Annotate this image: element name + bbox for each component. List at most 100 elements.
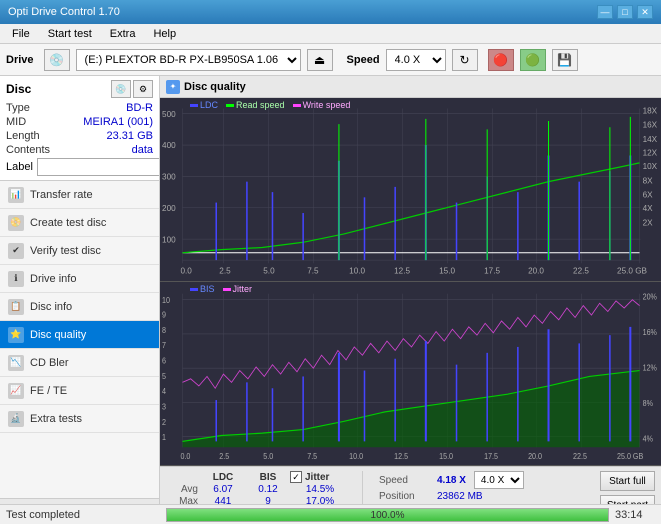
svg-text:4%: 4% bbox=[643, 434, 653, 444]
refresh-button[interactable]: ↻ bbox=[452, 49, 478, 71]
ldc-legend-dot bbox=[190, 104, 198, 107]
svg-text:7: 7 bbox=[162, 341, 166, 351]
top-chart-svg: 500 400 300 200 100 18X 16X 14X 12X 10X … bbox=[160, 98, 661, 281]
nav-verify-test-disc-label: Verify test disc bbox=[30, 245, 101, 257]
speed-select[interactable]: 4.0 X bbox=[386, 49, 446, 71]
bottom-chart: BIS Jitter 10 9 8 7 6 5 4 bbox=[160, 282, 661, 466]
nav-transfer-rate[interactable]: 📊 Transfer rate bbox=[0, 181, 159, 209]
charts-container: LDC Read speed Write speed 500 bbox=[160, 98, 661, 466]
nav-create-test-disc[interactable]: 📀 Create test disc bbox=[0, 209, 159, 237]
title-bar: Opti Drive Control 1.70 — □ ✕ bbox=[0, 0, 661, 24]
svg-text:7.5: 7.5 bbox=[307, 452, 317, 462]
svg-text:8: 8 bbox=[162, 325, 166, 335]
sidebar: Disc 💿 ⚙ Type BD-R MID MEIRA1 (001) Leng… bbox=[0, 76, 160, 524]
nav-disc-info[interactable]: 📋 Disc info bbox=[0, 293, 159, 321]
progress-track: 100.0% bbox=[166, 508, 609, 522]
speed-row: Speed 4.18 X 4.0 X bbox=[379, 471, 524, 489]
disc-mid-label: MID bbox=[6, 116, 26, 128]
close-button[interactable]: ✕ bbox=[637, 5, 653, 19]
svg-text:8X: 8X bbox=[643, 177, 653, 186]
top-chart-legend: LDC Read speed Write speed bbox=[190, 100, 350, 110]
disc-eject-icon[interactable]: 💿 bbox=[111, 80, 131, 98]
nav-drive-info[interactable]: ℹ Drive info bbox=[0, 265, 159, 293]
drive-info-icon: ℹ bbox=[8, 271, 24, 287]
maximize-button[interactable]: □ bbox=[617, 5, 633, 19]
disc-length-value: 23.31 GB bbox=[107, 130, 153, 142]
disc-quality-icon: ⭐ bbox=[8, 327, 24, 343]
progress-percent: 100.0% bbox=[371, 509, 405, 523]
legend-jitter: Jitter bbox=[223, 284, 253, 294]
start-full-button[interactable]: Start full bbox=[600, 471, 655, 491]
nav-create-test-disc-label: Create test disc bbox=[30, 217, 106, 229]
nav-cd-bler-label: CD Bler bbox=[30, 357, 69, 369]
legend-write-speed: Write speed bbox=[293, 100, 351, 110]
jitter-checkbox[interactable]: ✓ bbox=[290, 471, 302, 483]
svg-text:400: 400 bbox=[162, 141, 176, 150]
svg-text:14X: 14X bbox=[643, 135, 658, 144]
svg-text:12.5: 12.5 bbox=[394, 267, 410, 276]
svg-text:2X: 2X bbox=[643, 218, 653, 227]
svg-text:15.0: 15.0 bbox=[439, 267, 455, 276]
disc-type-value: BD-R bbox=[126, 102, 153, 114]
config2-button[interactable]: 🟢 bbox=[520, 49, 546, 71]
menu-start-test[interactable]: Start test bbox=[40, 26, 100, 42]
svg-text:2.5: 2.5 bbox=[219, 452, 229, 462]
position-row: Position 23862 MB bbox=[379, 491, 524, 502]
svg-text:5: 5 bbox=[162, 371, 166, 381]
svg-text:500: 500 bbox=[162, 110, 176, 119]
save-button[interactable]: 💾 bbox=[552, 49, 578, 71]
transfer-rate-icon: 📊 bbox=[8, 187, 24, 203]
eject-button[interactable]: ⏏ bbox=[307, 49, 333, 71]
drive-bar: Drive 💿 (E:) PLEXTOR BD-R PX-LB950SA 1.0… bbox=[0, 44, 661, 76]
config1-button[interactable]: 🔴 bbox=[488, 49, 514, 71]
progress-status: Test completed bbox=[0, 509, 160, 521]
speed-select[interactable]: 4.0 X bbox=[474, 471, 524, 489]
minimize-button[interactable]: — bbox=[597, 5, 613, 19]
disc-type-row: Type BD-R bbox=[6, 102, 153, 114]
nav-menu: 📊 Transfer rate 📀 Create test disc ✔ Ver… bbox=[0, 181, 159, 433]
extra-tests-icon: 🔬 bbox=[8, 411, 24, 427]
disc-contents-value: data bbox=[132, 144, 153, 156]
disc-icons: 💿 ⚙ bbox=[111, 80, 153, 98]
nav-disc-quality[interactable]: ⭐ Disc quality bbox=[0, 321, 159, 349]
nav-transfer-rate-label: Transfer rate bbox=[30, 189, 93, 201]
svg-text:4: 4 bbox=[162, 387, 167, 397]
menu-extra[interactable]: Extra bbox=[102, 26, 144, 42]
nav-verify-test-disc[interactable]: ✔ Verify test disc bbox=[0, 237, 159, 265]
legend-read-speed: Read speed bbox=[226, 100, 285, 110]
bottom-chart-svg: 10 9 8 7 6 5 4 3 2 1 20% 16% 12% 8% 4% bbox=[160, 282, 661, 465]
read-speed-legend-dot bbox=[226, 104, 234, 107]
disc-mid-row: MID MEIRA1 (001) bbox=[6, 116, 153, 128]
menu-file[interactable]: File bbox=[4, 26, 38, 42]
svg-text:200: 200 bbox=[162, 204, 176, 213]
svg-text:6: 6 bbox=[162, 356, 166, 366]
legend-bis: BIS bbox=[190, 284, 215, 294]
svg-text:10: 10 bbox=[162, 296, 170, 306]
ldc-legend-label: LDC bbox=[200, 100, 218, 110]
cd-bler-icon: 📉 bbox=[8, 355, 24, 371]
speed-label: Speed bbox=[347, 54, 380, 66]
svg-text:9: 9 bbox=[162, 310, 166, 320]
bottom-chart-legend: BIS Jitter bbox=[190, 284, 252, 294]
svg-text:17.5: 17.5 bbox=[484, 452, 498, 462]
disc-settings-icon[interactable]: ⚙ bbox=[133, 80, 153, 98]
progress-bar-container: Test completed 100.0% 33:14 bbox=[0, 504, 661, 524]
position-label: Position bbox=[379, 491, 429, 502]
write-speed-legend-dot bbox=[293, 104, 301, 107]
svg-text:5.0: 5.0 bbox=[263, 267, 275, 276]
app-title: Opti Drive Control 1.70 bbox=[8, 6, 120, 18]
svg-text:20.0: 20.0 bbox=[528, 267, 544, 276]
disc-label-input[interactable] bbox=[37, 158, 160, 176]
drive-select[interactable]: (E:) PLEXTOR BD-R PX-LB950SA 1.06 bbox=[76, 49, 301, 71]
svg-text:20%: 20% bbox=[643, 292, 657, 302]
nav-cd-bler[interactable]: 📉 CD Bler bbox=[0, 349, 159, 377]
menu-help[interactable]: Help bbox=[145, 26, 184, 42]
nav-extra-tests[interactable]: 🔬 Extra tests bbox=[0, 405, 159, 433]
main-layout: Disc 💿 ⚙ Type BD-R MID MEIRA1 (001) Leng… bbox=[0, 76, 661, 524]
nav-fe-te[interactable]: 📈 FE / TE bbox=[0, 377, 159, 405]
svg-text:22.5: 22.5 bbox=[573, 452, 587, 462]
bis-legend-dot bbox=[190, 288, 198, 291]
svg-text:10.0: 10.0 bbox=[349, 452, 363, 462]
window-controls: — □ ✕ bbox=[597, 5, 653, 19]
svg-text:5.0: 5.0 bbox=[263, 452, 273, 462]
